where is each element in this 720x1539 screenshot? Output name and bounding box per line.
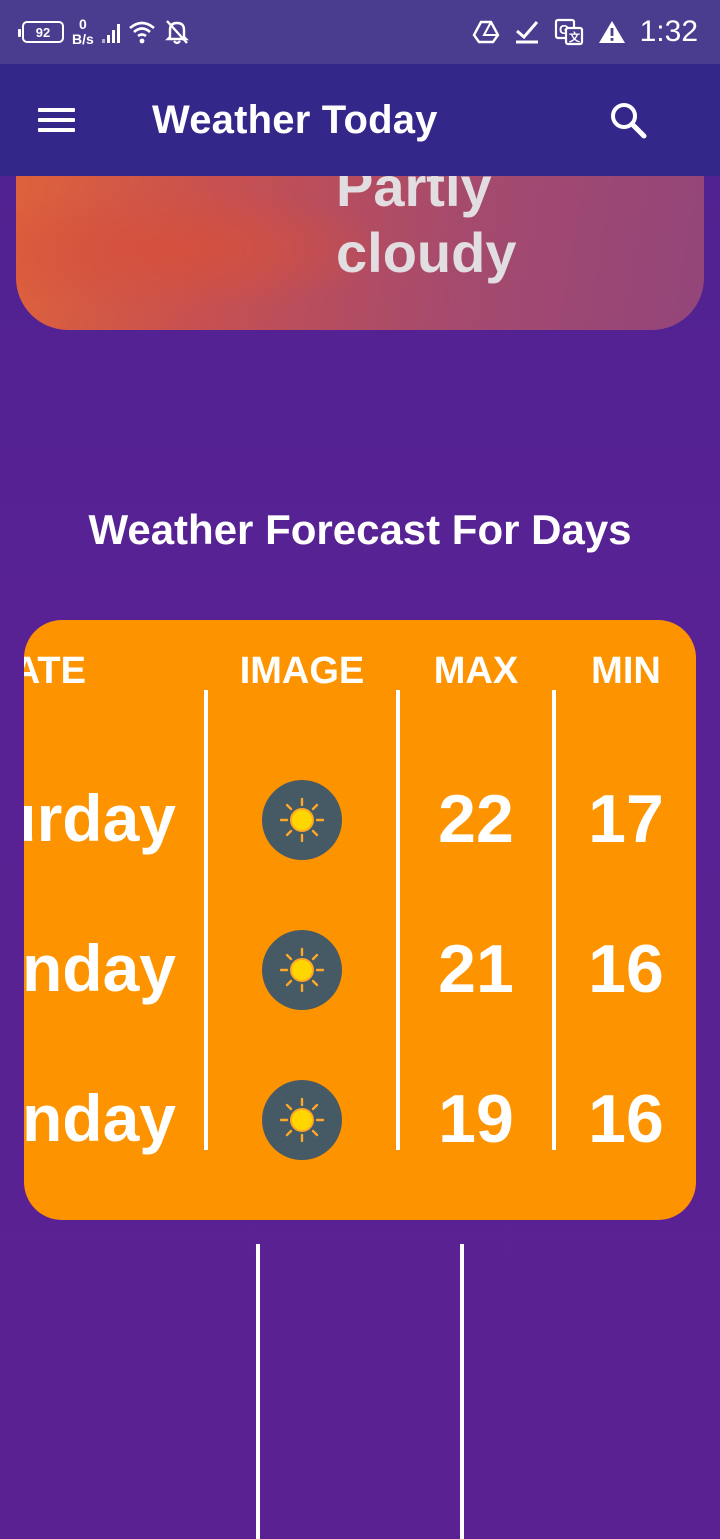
notifications-off-icon (164, 20, 189, 45)
header-max: MAX (433, 650, 519, 692)
app-bar: Weather Today (0, 64, 720, 176)
column-divider (204, 690, 208, 1150)
signal-icon (101, 23, 120, 43)
forecast-min: 17 (588, 781, 664, 857)
column-divider (552, 690, 556, 1150)
forecast-day: urday (24, 781, 176, 855)
menu-icon[interactable] (38, 108, 75, 132)
app-title: Weather Today (152, 98, 438, 142)
battery-level: 92 (35, 24, 51, 40)
network-speed: 0 B/s (72, 17, 94, 47)
sun-icon (262, 930, 342, 1010)
wifi-icon (128, 21, 155, 44)
forecast-day: nday (24, 931, 176, 1005)
forecast-min: 16 (588, 1081, 664, 1157)
forecast-table: ATE IMAGE MAX MIN urday 22 17 nday (24, 620, 696, 1220)
forecast-max: 19 (438, 1081, 514, 1157)
forecast-min: 16 (588, 931, 664, 1007)
sun-icon (262, 780, 342, 860)
battery-icon: 92 (18, 21, 64, 43)
header-image: IMAGE (239, 650, 365, 692)
drive-icon (472, 20, 500, 44)
column-divider (256, 1244, 260, 1539)
net-speed-unit: B/s (72, 31, 94, 47)
svg-text:文: 文 (569, 30, 581, 44)
status-bar: 92 0 B/s G 文 1:32 (0, 0, 720, 64)
net-speed-value: 0 (79, 16, 87, 32)
forecast-max: 22 (438, 781, 514, 857)
translate-icon: G 文 (554, 18, 583, 46)
condition-line-2: cloudy (336, 221, 517, 284)
header-date: ATE (24, 650, 86, 692)
forecast-max: 21 (438, 931, 514, 1007)
search-icon[interactable] (608, 100, 648, 140)
column-divider (396, 690, 400, 1150)
status-time: 1:32 (639, 15, 698, 48)
warning-icon (598, 21, 625, 43)
forecast-title: Weather Forecast For Days (88, 506, 632, 553)
header-min: MIN (591, 650, 661, 692)
forecast-day: nday (24, 1081, 176, 1155)
sun-icon (262, 1080, 342, 1160)
column-divider (460, 1244, 464, 1539)
check-icon (515, 21, 538, 44)
